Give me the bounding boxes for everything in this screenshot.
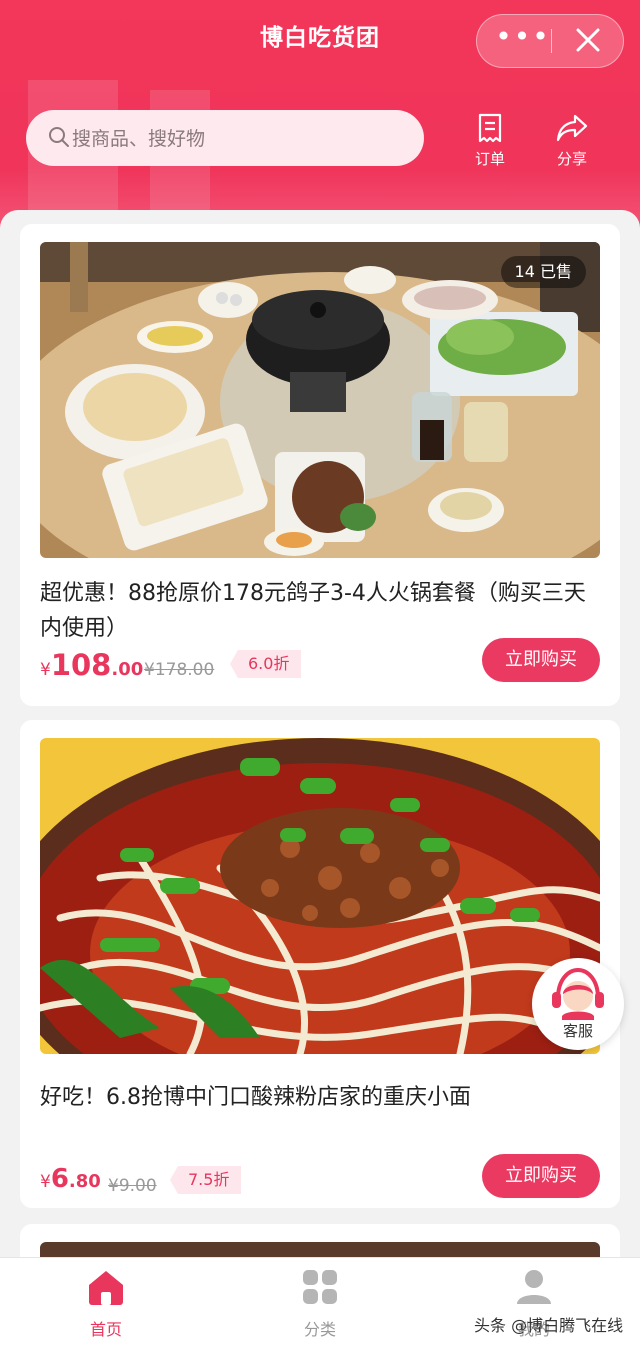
product-title[interactable]: 好吃！6.8抢博中门口酸辣粉店家的重庆小面 — [40, 1080, 602, 1115]
customer-service-avatar-icon — [552, 967, 604, 1020]
orders-button[interactable]: 订单 — [460, 112, 520, 168]
product-card[interactable]: 14 已售 超优惠！88抢原价178元鸽子3-4人火锅套餐（购买三天内使用） ¥… — [20, 224, 620, 706]
tab-home-label: 首页 — [89, 1320, 122, 1339]
tab-category-label: 分类 — [303, 1320, 336, 1339]
share-button[interactable]: 分享 — [542, 112, 602, 168]
price-decimal: .80 — [68, 1171, 101, 1192]
product-title[interactable]: 超优惠！88抢原价178元鸽子3-4人火锅套餐（购买三天内使用） — [40, 576, 602, 646]
orders-label: 订单 — [474, 150, 505, 168]
customer-service-button[interactable]: 客服 — [532, 958, 624, 1050]
price-decimal: .00 — [111, 659, 144, 680]
search-input[interactable]: 搜商品、搜好物 — [26, 110, 424, 166]
search-icon — [49, 127, 69, 147]
share-label: 分享 — [556, 150, 587, 168]
tab-home[interactable]: 首页 — [56, 1268, 156, 1340]
category-grid-icon — [303, 1270, 337, 1304]
sold-count-badge: 14 已售 — [500, 256, 586, 288]
discount-badge: 7.5折 — [170, 1166, 242, 1194]
price-symbol: ¥ — [40, 660, 51, 680]
product-card[interactable]: 好吃！6.8抢博中门口酸辣粉店家的重庆小面 ¥6.80 ¥9.00 7.5折 立… — [20, 720, 620, 1208]
app-header: 博白吃货团 ••• 搜商品、搜好物 订单 分享 — [0, 0, 640, 240]
original-price: ¥9.00 — [108, 1176, 157, 1196]
price-integer: 6 — [50, 1164, 69, 1194]
search-placeholder: 搜商品、搜好物 — [72, 128, 206, 150]
order-list-icon — [478, 113, 502, 143]
product-image-noodles[interactable] — [40, 738, 600, 1054]
watermark-text: 头条 @博白腾飞在线 — [474, 1316, 624, 1335]
price-symbol: ¥ — [40, 1172, 51, 1192]
capsule-divider — [551, 29, 552, 53]
discount-badge: 6.0折 — [230, 650, 302, 678]
home-icon — [89, 1271, 123, 1305]
current-price: ¥108.00 — [40, 648, 143, 682]
user-profile-icon — [517, 1270, 551, 1304]
original-price: ¥178.00 — [144, 660, 215, 680]
mini-program-capsule: ••• — [476, 14, 624, 68]
share-icon — [556, 114, 588, 142]
close-icon[interactable] — [563, 15, 615, 67]
buy-now-button[interactable]: 立即购买 — [482, 1154, 600, 1198]
customer-service-label: 客服 — [562, 1022, 593, 1040]
more-dots-icon[interactable]: ••• — [495, 15, 551, 67]
product-image-hotpot[interactable]: 14 已售 — [40, 242, 600, 558]
product-list: 14 已售 超优惠！88抢原价178元鸽子3-4人火锅套餐（购买三天内使用） ¥… — [0, 210, 640, 1284]
tab-category[interactable]: 分类 — [270, 1268, 370, 1340]
price-integer: 108 — [50, 648, 112, 682]
buy-now-button[interactable]: 立即购买 — [482, 638, 600, 682]
current-price: ¥6.80 — [40, 1164, 101, 1194]
